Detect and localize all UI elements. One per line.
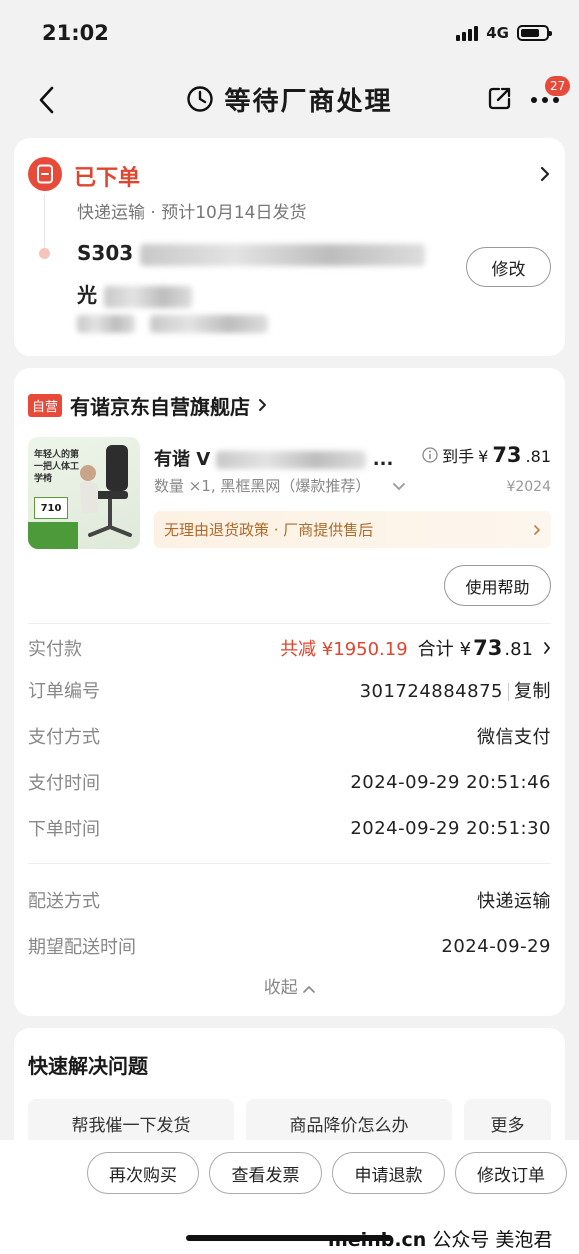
product-title[interactable]: 有谐 V ...: [154, 445, 393, 471]
expected-delivery-row: 期望配送时间 2024-09-29: [28, 935, 551, 959]
redacted-contact: [77, 315, 135, 333]
order-status-title: 已下单: [74, 166, 141, 191]
pay-time-row: 支付时间 2024-09-29 20:51:46: [28, 771, 551, 795]
delivery-method-row: 配送方式 快递运输: [28, 891, 551, 912]
after-sales-policy[interactable]: 无理由退货政策 · 厂商提供售后: [154, 511, 551, 548]
redacted-phone: [150, 315, 269, 333]
chevron-left-icon: [39, 86, 54, 114]
product-spec[interactable]: 数量 ×1, 黑框黑网（爆款推荐）: [154, 475, 406, 496]
clock-icon: [187, 86, 214, 112]
chevron-up-icon: [303, 985, 316, 993]
chevron-right-icon: [259, 399, 267, 411]
address-line-2: 光: [77, 279, 192, 308]
status-bar: 21:02 4G: [0, 0, 579, 66]
request-refund-button[interactable]: 申请退款: [332, 1152, 445, 1194]
timeline-dot: [39, 248, 50, 259]
final-price: 到手 ¥73.81: [422, 443, 551, 467]
more-dots-icon: [531, 97, 559, 103]
redacted-name: [103, 285, 192, 308]
order-number-row: 订单编号 301724884875 复制: [28, 681, 551, 702]
timeline-line: [44, 194, 45, 254]
address-line-1: S303: [77, 241, 426, 266]
chevron-right-icon[interactable]: [539, 164, 551, 184]
self-operated-tag: 自营: [28, 393, 63, 417]
page-title: 等待厂商处理: [224, 86, 393, 117]
order-time-row: 下单时间 2024-09-29 20:51:30: [28, 817, 551, 841]
chevron-right-icon: [544, 642, 551, 654]
shipping-estimate: 快递运输 · 预计10月14日发货: [77, 203, 307, 223]
watermark: meinb.cn 公众号 美泡君: [328, 1229, 553, 1251]
share-button[interactable]: [486, 84, 518, 116]
modify-order-button[interactable]: 修改订单: [455, 1152, 567, 1194]
copy-button[interactable]: 复制: [514, 681, 551, 702]
info-icon[interactable]: [422, 447, 438, 463]
modify-address-button[interactable]: 修改: [466, 247, 551, 287]
original-price: ¥2024: [506, 479, 551, 495]
message-badge: 27: [545, 76, 571, 96]
order-doc-icon: [28, 157, 62, 191]
network-type: 4G: [486, 24, 509, 42]
order-status-card: 已下单 快递运输 · 预计10月14日发货 S303 光 修改: [14, 138, 565, 356]
nav-bar: 等待厂商处理: [0, 70, 579, 128]
bottom-action-bar: 再次购买 查看发票 申请退款 修改订单 meinb.cn 公众号 美泡君: [0, 1140, 579, 1254]
chevron-right-icon: [534, 524, 541, 535]
battery-icon: [517, 25, 552, 41]
divider: [28, 623, 551, 624]
discount-amount: 共减 ¥1950.19: [280, 639, 408, 660]
order-number: 301724884875: [359, 681, 503, 702]
quick-solve-title: 快速解决问题: [28, 1054, 148, 1078]
share-icon: [488, 87, 511, 110]
help-button[interactable]: 使用帮助: [444, 565, 551, 606]
page-title-group: 等待厂商处理: [186, 81, 392, 118]
collapse-toggle[interactable]: 收起: [14, 973, 565, 998]
total-amount: 合计 ¥73.81: [417, 636, 533, 660]
status-time: 21:02: [42, 21, 109, 45]
redacted-product-name: [216, 451, 367, 469]
shop-name[interactable]: 有谐京东自营旗舰店: [70, 391, 250, 420]
divider: [28, 863, 551, 864]
view-invoice-button[interactable]: 查看发票: [209, 1152, 322, 1194]
redacted-address: [140, 243, 426, 266]
back-button[interactable]: [28, 80, 64, 120]
order-detail-card: 自营 有谐京东自营旗舰店 年轻人的第一把人体工学椅 710 有谐 V ... 数…: [14, 368, 565, 1016]
status-icons: 4G: [456, 24, 552, 42]
product-thumbnail[interactable]: 年轻人的第一把人体工学椅 710: [28, 437, 140, 549]
signal-icon: [456, 25, 479, 41]
chevron-down-icon: [393, 483, 406, 491]
chair-image: [80, 445, 132, 537]
pay-method-row: 支付方式 微信支付: [28, 727, 551, 748]
thumb-badge: 710: [34, 497, 68, 519]
address-line-3: [77, 314, 269, 334]
buy-again-button[interactable]: 再次购买: [87, 1152, 199, 1194]
paid-amount-row[interactable]: 实付款 共减 ¥1950.19 合计 ¥73.81: [28, 633, 551, 663]
shop-row[interactable]: 自营 有谐京东自营旗舰店: [28, 391, 268, 420]
